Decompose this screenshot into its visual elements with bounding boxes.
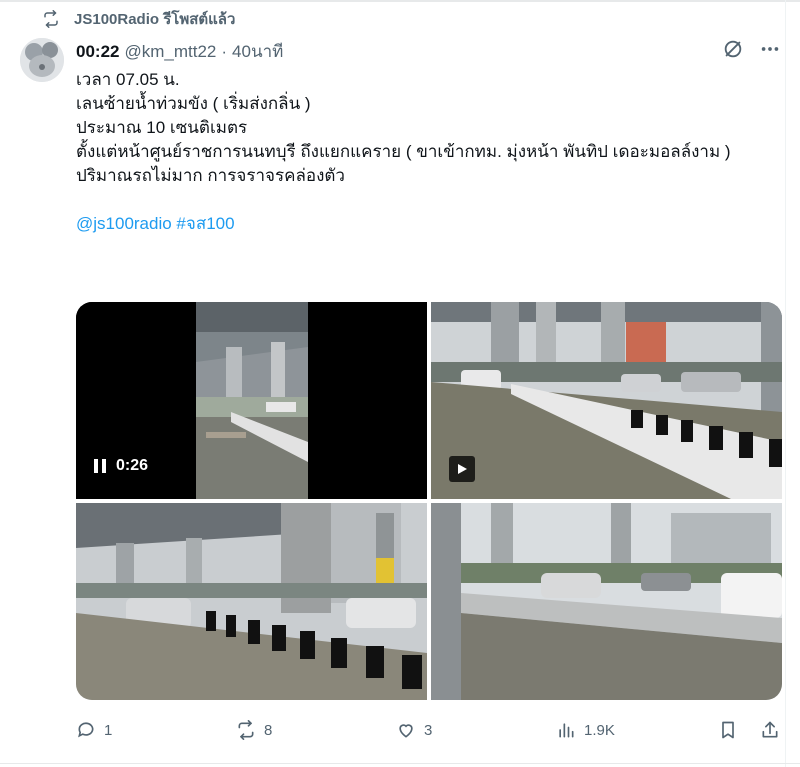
views-button[interactable]: 1.9K (556, 720, 615, 740)
more-options-icon[interactable] (758, 38, 782, 60)
reply-icon (78, 722, 94, 738)
like-button[interactable]: 3 (396, 720, 432, 740)
tweet-line: ปริมาณรถไม่มาก การจราจรคล่องตัว (76, 166, 345, 185)
video-time: 0:26 (116, 457, 149, 474)
photo-flooded-lane-1[interactable] (431, 302, 782, 499)
heart-icon (399, 724, 413, 738)
right-divider (785, 0, 786, 767)
tweet-text: เวลา 07.05 น. เลนซ้ายน้ำท่วมขัง ( เริ่มส… (76, 68, 776, 236)
top-divider (0, 0, 800, 2)
author-handle[interactable]: @km_mtt22 (124, 42, 216, 62)
tweet-line: ประมาณ 10 เซนติเมตร (76, 118, 248, 137)
tweet-line: เวลา 07.05 น. (76, 70, 180, 89)
author-name[interactable]: 00:22 (76, 42, 119, 62)
tweet-time[interactable]: 40นาที (232, 38, 283, 65)
reply-count: 1 (104, 721, 113, 739)
separator-dot: · (221, 41, 228, 61)
photo-flooded-lane-3[interactable] (431, 503, 782, 700)
share-button[interactable] (760, 720, 788, 740)
video-player[interactable]: 0:26 (76, 302, 427, 499)
repost-button[interactable]: 8 (236, 720, 272, 740)
views-count: 1.9K (584, 721, 615, 739)
bookmark-icon (722, 721, 734, 739)
repost-label: JS100Radio รีโพสต์แล้ว (74, 11, 236, 28)
like-count: 3 (424, 721, 433, 739)
photo-flooded-lane-2[interactable] (76, 503, 427, 700)
pause-icon[interactable] (94, 459, 106, 473)
media-grid: 0:26 (76, 302, 782, 700)
tweet-header: 00:22 @km_mtt22 · 40นาที (76, 38, 283, 65)
tweet-tags-link[interactable]: @js100radio #จส100 (76, 212, 776, 236)
repost-icon (238, 720, 254, 740)
avatar[interactable] (20, 38, 64, 82)
repost-indicator[interactable]: JS100Radio รีโพสต์แล้ว (42, 8, 235, 30)
bookmark-button[interactable] (718, 720, 746, 740)
tweet-actions: 1 8 3 1.9K (76, 720, 786, 746)
play-icon[interactable] (449, 456, 475, 482)
views-chart-icon (559, 723, 574, 738)
bottom-divider (0, 763, 800, 764)
video-timestamp: 0:26 (94, 457, 148, 475)
reply-button[interactable]: 1 (76, 720, 112, 740)
repost-count: 8 (264, 721, 273, 739)
tweet-line: เลนซ้ายน้ำท่วมขัง ( เริ่มส่งกลิ่น ) (76, 94, 311, 113)
grok-icon[interactable] (722, 38, 744, 60)
repost-icon (44, 10, 58, 28)
tweet-line: ตั้งแต่หน้าศูนย์ราชการนนทบุรี ถึงแยกแครา… (76, 142, 731, 161)
share-icon (762, 721, 778, 738)
